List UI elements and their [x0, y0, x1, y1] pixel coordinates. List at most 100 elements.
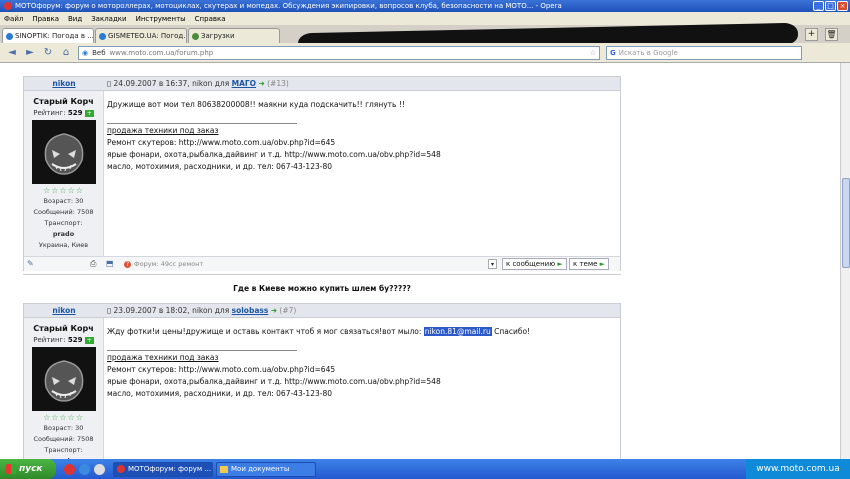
download-icon — [192, 32, 199, 40]
trash-icon[interactable]: 🗑 — [825, 28, 838, 41]
tab-label: GISMETEO.UA: Погод... — [108, 32, 187, 40]
menu-edit[interactable]: Правка — [32, 15, 59, 23]
new-tab-button[interactable]: + — [805, 28, 818, 41]
tab-sinoptik[interactable]: SINOPTIK: Погода в ... × — [2, 28, 94, 43]
forum-label-text: Форум: 49сс ремонт — [134, 260, 204, 268]
to-topic-button[interactable]: к теме ► — [569, 258, 610, 270]
signature-line[interactable]: продажа техники под заказ — [107, 125, 617, 137]
post-for: для — [214, 79, 230, 88]
ie-icon[interactable] — [79, 463, 90, 475]
doc-icon: ▯ — [107, 79, 112, 88]
quote-icon[interactable]: ✎ — [27, 259, 34, 268]
rating-plus-icon[interactable]: + — [84, 109, 94, 117]
email-link[interactable]: nikon.81@mail.ru — [423, 327, 492, 336]
home-button[interactable]: ⌂ — [60, 47, 72, 58]
signature-line[interactable]: продажа техники под заказ — [107, 352, 617, 364]
menu-file[interactable]: Файл — [4, 15, 23, 23]
google-icon: G — [610, 48, 616, 57]
tab-downloads[interactable]: Загрузки — [188, 28, 280, 43]
taskbar-item-documents[interactable]: Мои документы — [216, 461, 316, 477]
maximize-button[interactable]: □ — [825, 1, 836, 11]
reload-button[interactable]: ↻ — [42, 47, 54, 58]
user-age: Возраст: 30 — [43, 424, 84, 432]
signature-line: масло, мотохимия, расходники, и др. тел:… — [107, 162, 332, 171]
search-input[interactable]: G Искать в Google — [606, 45, 802, 60]
user-panel: Старый Корч Рейтинг: 529 + ☆☆☆☆☆ Возраст… — [24, 318, 104, 459]
post-recipient[interactable]: МАГО — [232, 79, 256, 88]
signature-line[interactable]: Ремонт скутеров: http://www.moto.com.ua/… — [107, 137, 617, 149]
back-button[interactable]: ◄ — [6, 47, 18, 58]
dropdown-button[interactable]: ▾ — [488, 259, 497, 269]
post-number[interactable]: (#13) — [267, 79, 289, 88]
forum-label: ? Форум: 49сс ремонт — [124, 260, 203, 268]
web-label: Веб — [92, 48, 106, 57]
user-rating: Рейтинг: 529 + — [24, 336, 103, 344]
reply-icon[interactable]: ⬒ — [106, 259, 114, 268]
vertical-scrollbar[interactable] — [840, 63, 850, 459]
address-input[interactable]: ◉ Веб www.moto.com.ua/forum.php ☆ — [78, 45, 600, 60]
post-number[interactable]: (#7) — [279, 306, 296, 315]
signature-divider — [107, 350, 297, 351]
user-messages: Сообщений: 7508 — [33, 435, 94, 443]
post-body: Жду фотки!и цены!дружище и оставь контак… — [107, 326, 617, 400]
signature-divider — [107, 123, 297, 124]
user-rank: Старый Корч — [33, 324, 94, 333]
signature-line[interactable]: ярые фонари, охота,рыбалка,дайвинг и т.д… — [107, 149, 617, 161]
user-stars: ☆☆☆☆☆ — [43, 413, 84, 422]
taskbar-item-opera[interactable]: MOTOфорум: форум ... — [113, 461, 213, 477]
user-messages: Сообщений: 7508 — [33, 208, 94, 216]
post-meta: ▯ 24.09.2007 в 16:37, nikon для МАГО ➜ (… — [107, 77, 289, 91]
tab-label: SINOPTIK: Погода в ... — [15, 32, 94, 40]
watermark: www.moto.com.ua — [746, 459, 850, 479]
post-text-main: Жду фотки!и цены!дружище и оставь контак… — [107, 327, 424, 336]
post-author: nikon — [192, 306, 213, 315]
menu-tools[interactable]: Инструменты — [136, 15, 186, 23]
thread-title[interactable]: Где в Киеве можно купить шлем бу????? — [23, 284, 621, 293]
close-button[interactable]: × — [837, 1, 848, 11]
globe-icon: ◉ — [82, 48, 89, 57]
opera-icon — [4, 2, 12, 10]
thread-divider — [23, 274, 621, 275]
rating-value: 529 — [67, 109, 83, 117]
post-body: Дружище вот мои тел 80638200008!! маякни… — [107, 99, 617, 173]
post-footer: ✎ ⎙ ⬒ ? Форум: 49сс ремонт ▾ к сообщению … — [24, 256, 620, 271]
task-label: MOTOфорум: форум ... — [128, 465, 212, 473]
rating-plus-icon[interactable]: + — [84, 336, 94, 344]
window-titlebar: MOTOфорум: форум о мотороллерах, мотоцик… — [0, 0, 850, 12]
quick-launch — [64, 463, 105, 475]
menu-bookmarks[interactable]: Закладки — [91, 15, 126, 23]
address-toolbar: ◄ ► ↻ ⌂ ◉ Веб www.moto.com.ua/forum.php … — [0, 43, 850, 63]
windows-flag-icon — [6, 464, 16, 474]
signature-line[interactable]: ярые фонари, охота,рыбалка,дайвинг и т.д… — [107, 376, 617, 388]
opera-icon[interactable] — [64, 463, 75, 475]
tab-gismeteo[interactable]: GISMETEO.UA: Погод... × — [95, 28, 187, 43]
media-icon[interactable] — [94, 463, 105, 475]
doc-icon: ▯ — [107, 306, 112, 315]
scrollbar-thumb[interactable] — [842, 178, 850, 268]
post-username[interactable]: nikon — [24, 304, 104, 318]
bookmark-star-icon[interactable]: ☆ — [590, 49, 596, 57]
user-rating: Рейтинг: 529 + — [24, 109, 103, 117]
start-button[interactable]: пуск — [0, 459, 56, 479]
post-recipient[interactable]: solobass — [232, 306, 269, 315]
print-icon[interactable]: ⎙ — [90, 259, 96, 269]
minimize-button[interactable]: _ — [813, 1, 824, 11]
forum-post: nikon ▯ 24.09.2007 в 16:37, nikon для МА… — [23, 76, 621, 271]
menu-view[interactable]: Вид — [68, 15, 82, 23]
user-rank: Старый Корч — [33, 97, 94, 106]
windows-taskbar: пуск MOTOфорум: форум ... Мои документы … — [0, 459, 850, 479]
transport-label: Транспорт: — [44, 446, 83, 454]
skull-avatar-icon — [31, 120, 96, 184]
post-author: nikon — [192, 79, 213, 88]
post-username[interactable]: nikon — [24, 77, 104, 91]
user-age: Возраст: 30 — [43, 197, 84, 205]
menu-bar: Файл Правка Вид Закладки Инструменты Спр… — [0, 12, 850, 25]
transport-label: Транспорт: — [44, 219, 83, 227]
arrow-right-icon: ► — [599, 260, 606, 268]
menu-help[interactable]: Справка — [195, 15, 226, 23]
signature-line[interactable]: Ремонт скутеров: http://www.moto.com.ua/… — [107, 364, 617, 376]
opera-icon — [117, 465, 125, 473]
post-header: nikon ▯ 23.09.2007 в 18:02, nikon для so… — [24, 304, 620, 318]
to-message-button[interactable]: к сообщению ► — [502, 258, 567, 270]
forward-button[interactable]: ► — [24, 47, 36, 58]
